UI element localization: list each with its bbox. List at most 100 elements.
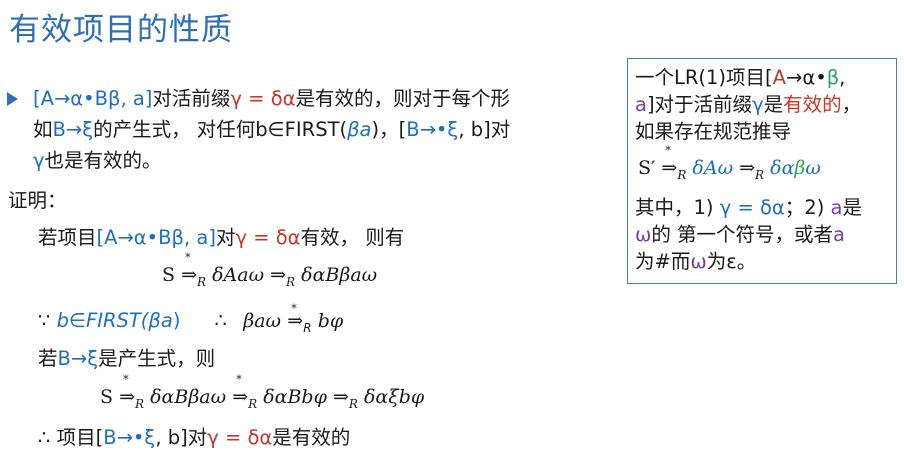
form: δAaω bbox=[212, 264, 265, 286]
text: 是 bbox=[842, 196, 862, 219]
symbol-a: a bbox=[830, 196, 843, 219]
text: b∈FIRST( bbox=[56, 309, 149, 332]
therefore-symbol: ∴ bbox=[214, 309, 228, 332]
arrow: * ⇒ bbox=[181, 251, 197, 286]
text: 一个LR(1)项目[ bbox=[635, 66, 773, 89]
star: * bbox=[185, 251, 191, 264]
valid-text: 有效的 bbox=[783, 93, 842, 116]
form: δAω bbox=[692, 157, 734, 179]
start-symbol: S bbox=[162, 264, 176, 286]
proof-line-2: ∵ b∈FIRST(βa) ∴ βaω * ⇒R bφ bbox=[38, 302, 344, 340]
symbol-beta: β bbox=[826, 66, 840, 89]
text: 是产生式，则 bbox=[98, 347, 216, 370]
gamma-def: γ = δα bbox=[230, 87, 296, 110]
star: * bbox=[665, 144, 671, 157]
proof-line-3: 若B→ξ是产生式，则 bbox=[38, 347, 215, 371]
r-sub: R bbox=[677, 168, 687, 182]
definition-box: 一个LR(1)项目[A→α•β, a]对于活前缀γ是有效的， 如果存在规范推导 … bbox=[627, 58, 897, 284]
gamma: γ bbox=[33, 149, 45, 172]
form: bφ bbox=[317, 310, 344, 332]
text: 是 bbox=[763, 93, 784, 116]
item-b: B→•ξ bbox=[103, 426, 156, 449]
derivation-1: S * ⇒R δAaω ⇒R δαBβaω bbox=[162, 251, 377, 289]
r-sub: R bbox=[135, 397, 145, 411]
arrow: * ⇒ bbox=[287, 302, 303, 332]
form: δαBβaω bbox=[150, 386, 227, 408]
r-sub: R bbox=[286, 275, 296, 289]
gamma-def: γ = δα bbox=[719, 196, 785, 219]
text: 若 bbox=[38, 347, 58, 370]
beta-a: βa bbox=[148, 309, 173, 332]
item-a: [A→α•Bβ, a] bbox=[96, 226, 216, 249]
text: ]对于活前缀 bbox=[646, 93, 753, 116]
form: δα bbox=[770, 157, 795, 179]
item-b: B→•ξ bbox=[406, 118, 459, 141]
symbol-omega: ω bbox=[690, 250, 707, 273]
text: , b]对 bbox=[155, 426, 208, 449]
beta-a: βa bbox=[347, 118, 372, 141]
text: 对 bbox=[215, 226, 236, 249]
box-line-1: 一个LR(1)项目[A→α•β, bbox=[635, 65, 845, 90]
arrow-glyph: ⇒ bbox=[181, 264, 197, 286]
symbol-a: a bbox=[833, 223, 845, 246]
proof-line-1: 若项目[A→α•Bβ, a]对γ = δα有效， 则有 bbox=[38, 226, 404, 250]
because-symbol: ∵ bbox=[38, 309, 51, 332]
gamma-def: γ = δα bbox=[207, 426, 273, 449]
gamma-def: γ = δα bbox=[235, 226, 301, 249]
text: )，[ bbox=[371, 118, 407, 141]
text: ；2) bbox=[784, 196, 831, 219]
text: 有效， 则有 bbox=[300, 226, 405, 249]
arrow-glyph: ⇒ bbox=[661, 157, 678, 179]
box-line-3: 如果存在规范推导 bbox=[635, 120, 792, 143]
text: 对活前缀 bbox=[152, 87, 231, 110]
text: 是有效的，则对于每个形 bbox=[295, 87, 511, 110]
text: 为#而 bbox=[635, 250, 691, 273]
box-line-6: ω的 第一个符号，或者a bbox=[635, 222, 845, 247]
production: B→ξ bbox=[57, 347, 99, 370]
box-derivation: S′ * ⇒R δAω ⇒R δαβω bbox=[638, 144, 821, 182]
text: , bbox=[839, 66, 846, 89]
star: * bbox=[291, 302, 297, 315]
symbol-beta: β bbox=[794, 157, 806, 179]
box-line-7: 为#而ω为ε。 bbox=[635, 249, 756, 274]
box-line-5: 其中，1) γ = δα；2) a是 bbox=[635, 195, 862, 220]
proof-label: 证明： bbox=[8, 189, 67, 212]
r-sub: R bbox=[303, 321, 312, 335]
text: 也是有效的。 bbox=[44, 149, 162, 172]
text: ) bbox=[172, 309, 181, 332]
arrow-glyph: ⇒ bbox=[119, 386, 135, 408]
star: * bbox=[123, 373, 129, 386]
text: ， bbox=[841, 93, 862, 116]
statement-line-2: 如B→ξ的产生式， 对任何b∈FIRST(βa)，[B→•ξ, b]对 bbox=[33, 118, 510, 142]
text: 如 bbox=[33, 118, 53, 141]
symbol-omega: ω bbox=[805, 157, 821, 179]
text: →α• bbox=[786, 66, 827, 89]
arrow: ⇒ bbox=[270, 264, 287, 286]
box-line-2: a]对于活前缀γ是有效的， bbox=[635, 92, 861, 117]
text: 其中，1) bbox=[635, 196, 720, 219]
text: 是有效的 bbox=[272, 426, 351, 449]
arrow-glyph: ⇒ bbox=[232, 386, 249, 408]
r-sub: R bbox=[348, 397, 358, 411]
arrow: ⇒ bbox=[739, 157, 756, 179]
symbol-a: A bbox=[772, 66, 786, 89]
statement-line-3: γ也是有效的。 bbox=[33, 149, 162, 173]
arrow: * ⇒ bbox=[661, 144, 678, 179]
arrow: * ⇒ bbox=[119, 373, 135, 408]
form: δαBbφ bbox=[263, 386, 327, 408]
text: 的 第一个符号，或者 bbox=[651, 223, 834, 246]
symbol-omega: ω bbox=[635, 223, 652, 246]
star: * bbox=[236, 373, 242, 386]
production: B→ξ bbox=[52, 118, 94, 141]
text: 的产生式， 对任何b∈FIRST( bbox=[93, 118, 348, 141]
form: βaω bbox=[243, 310, 282, 332]
text: 若项目 bbox=[38, 226, 97, 249]
item-a: [A→α•Bβ, a] bbox=[33, 87, 153, 110]
gamma: γ bbox=[752, 93, 764, 116]
start-symbol: S bbox=[100, 386, 114, 408]
proof-conclusion: ∴ 项目[B→•ξ, b]对γ = δα是有效的 bbox=[38, 426, 350, 450]
symbol-a: a bbox=[635, 93, 647, 116]
text: ∴ 项目[ bbox=[38, 426, 104, 449]
text: , b]对 bbox=[458, 118, 511, 141]
r-sub: R bbox=[248, 397, 258, 411]
